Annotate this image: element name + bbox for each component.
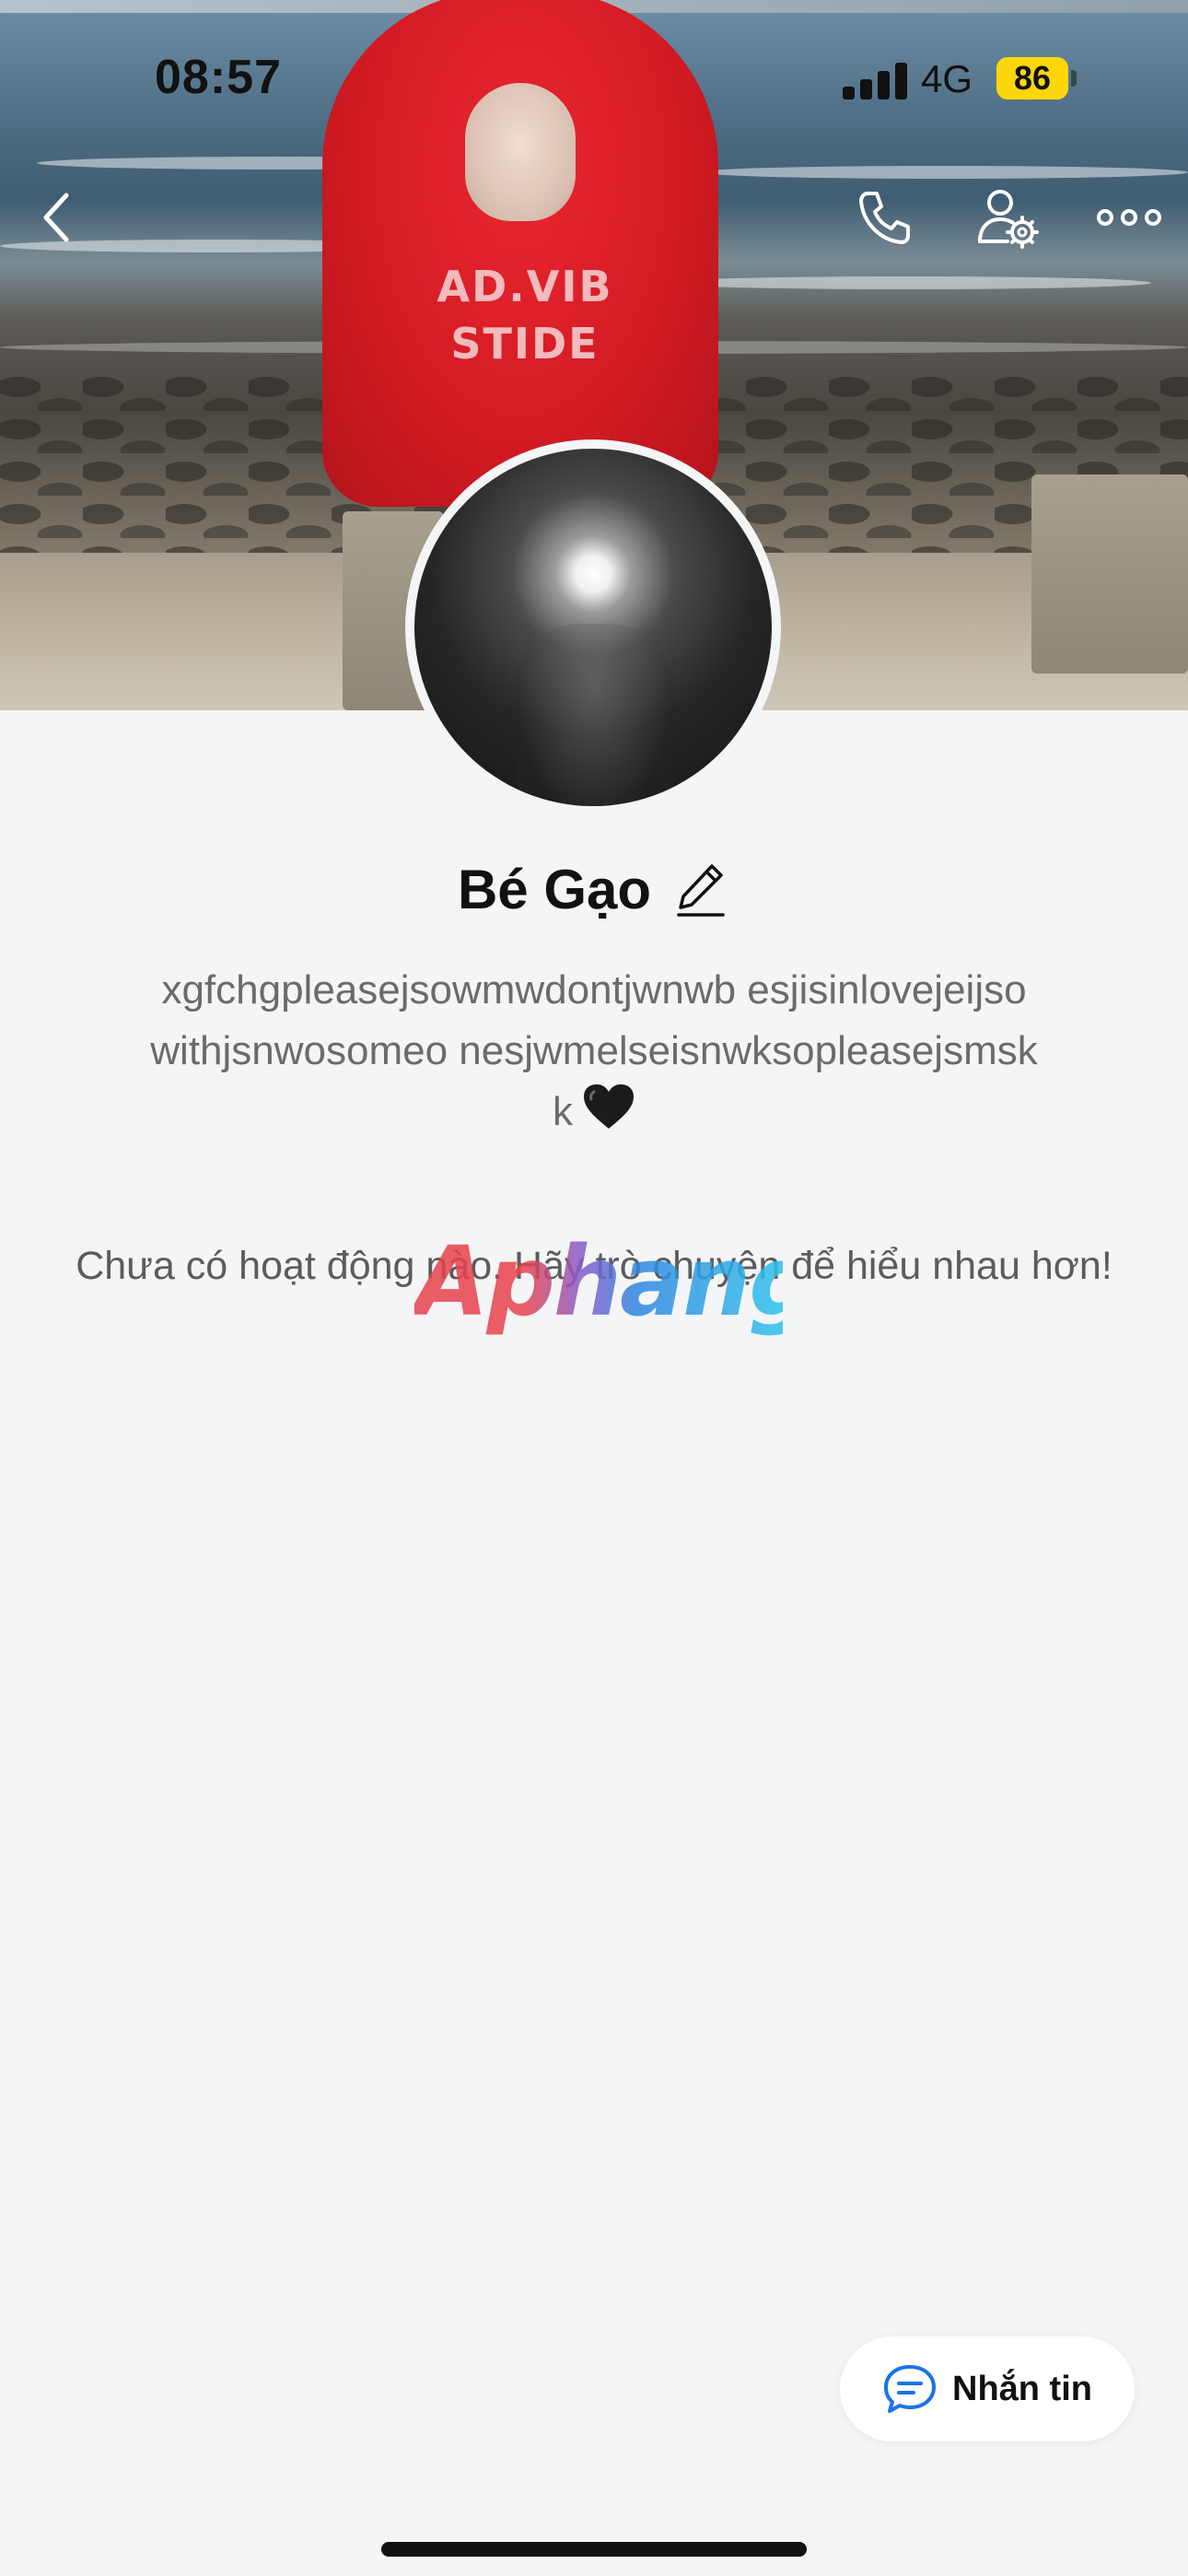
cover-wave [663, 276, 1151, 289]
back-button[interactable] [20, 181, 94, 254]
call-button[interactable] [847, 181, 921, 254]
battery-level: 86 [996, 57, 1068, 100]
profile-bio: xgfchgpleasejsowmwdontjwnwb esjisinlovej… [147, 960, 1041, 1148]
user-settings-button[interactable] [971, 181, 1044, 254]
network-type: 4G [921, 57, 973, 100]
chat-bubble-icon [884, 2365, 936, 2413]
profile-name-row: Bé Gạo [0, 857, 1188, 921]
edit-name-button[interactable] [671, 857, 730, 921]
avatar[interactable] [405, 439, 781, 815]
avatar-photo [414, 449, 772, 806]
chevron-left-icon [43, 193, 69, 242]
profile-name: Bé Gạo [457, 858, 652, 920]
message-button-label: Nhắn tin [952, 2369, 1092, 2408]
cover-hoodie-print-line: AD.VIB [437, 262, 613, 311]
status-bar: 08:57 4G 86 [0, 0, 1188, 138]
black-heart-icon [582, 1083, 635, 1148]
message-button[interactable]: Nhắn tin [840, 2336, 1135, 2441]
empty-activity-text: Chưa có hoạt động nào. Hãy trò chuyện để… [76, 1244, 1112, 1288]
user-settings-icon [978, 190, 1039, 249]
more-button[interactable] [1092, 181, 1166, 254]
phone-icon [859, 192, 910, 244]
pencil-icon [677, 864, 725, 917]
status-time: 08:57 [155, 51, 282, 104]
more-icon [1097, 209, 1161, 226]
avatar-figure [516, 624, 672, 806]
cover-hoodie-print: AD.VIB STIDE [433, 258, 617, 372]
cover-wave [700, 166, 1188, 179]
cover-pillar [1031, 474, 1188, 673]
home-indicator[interactable] [381, 2542, 807, 2557]
signal-icon [843, 61, 907, 100]
cover-hoodie-print-line: STIDE [450, 319, 600, 369]
battery-tip [1071, 70, 1077, 87]
